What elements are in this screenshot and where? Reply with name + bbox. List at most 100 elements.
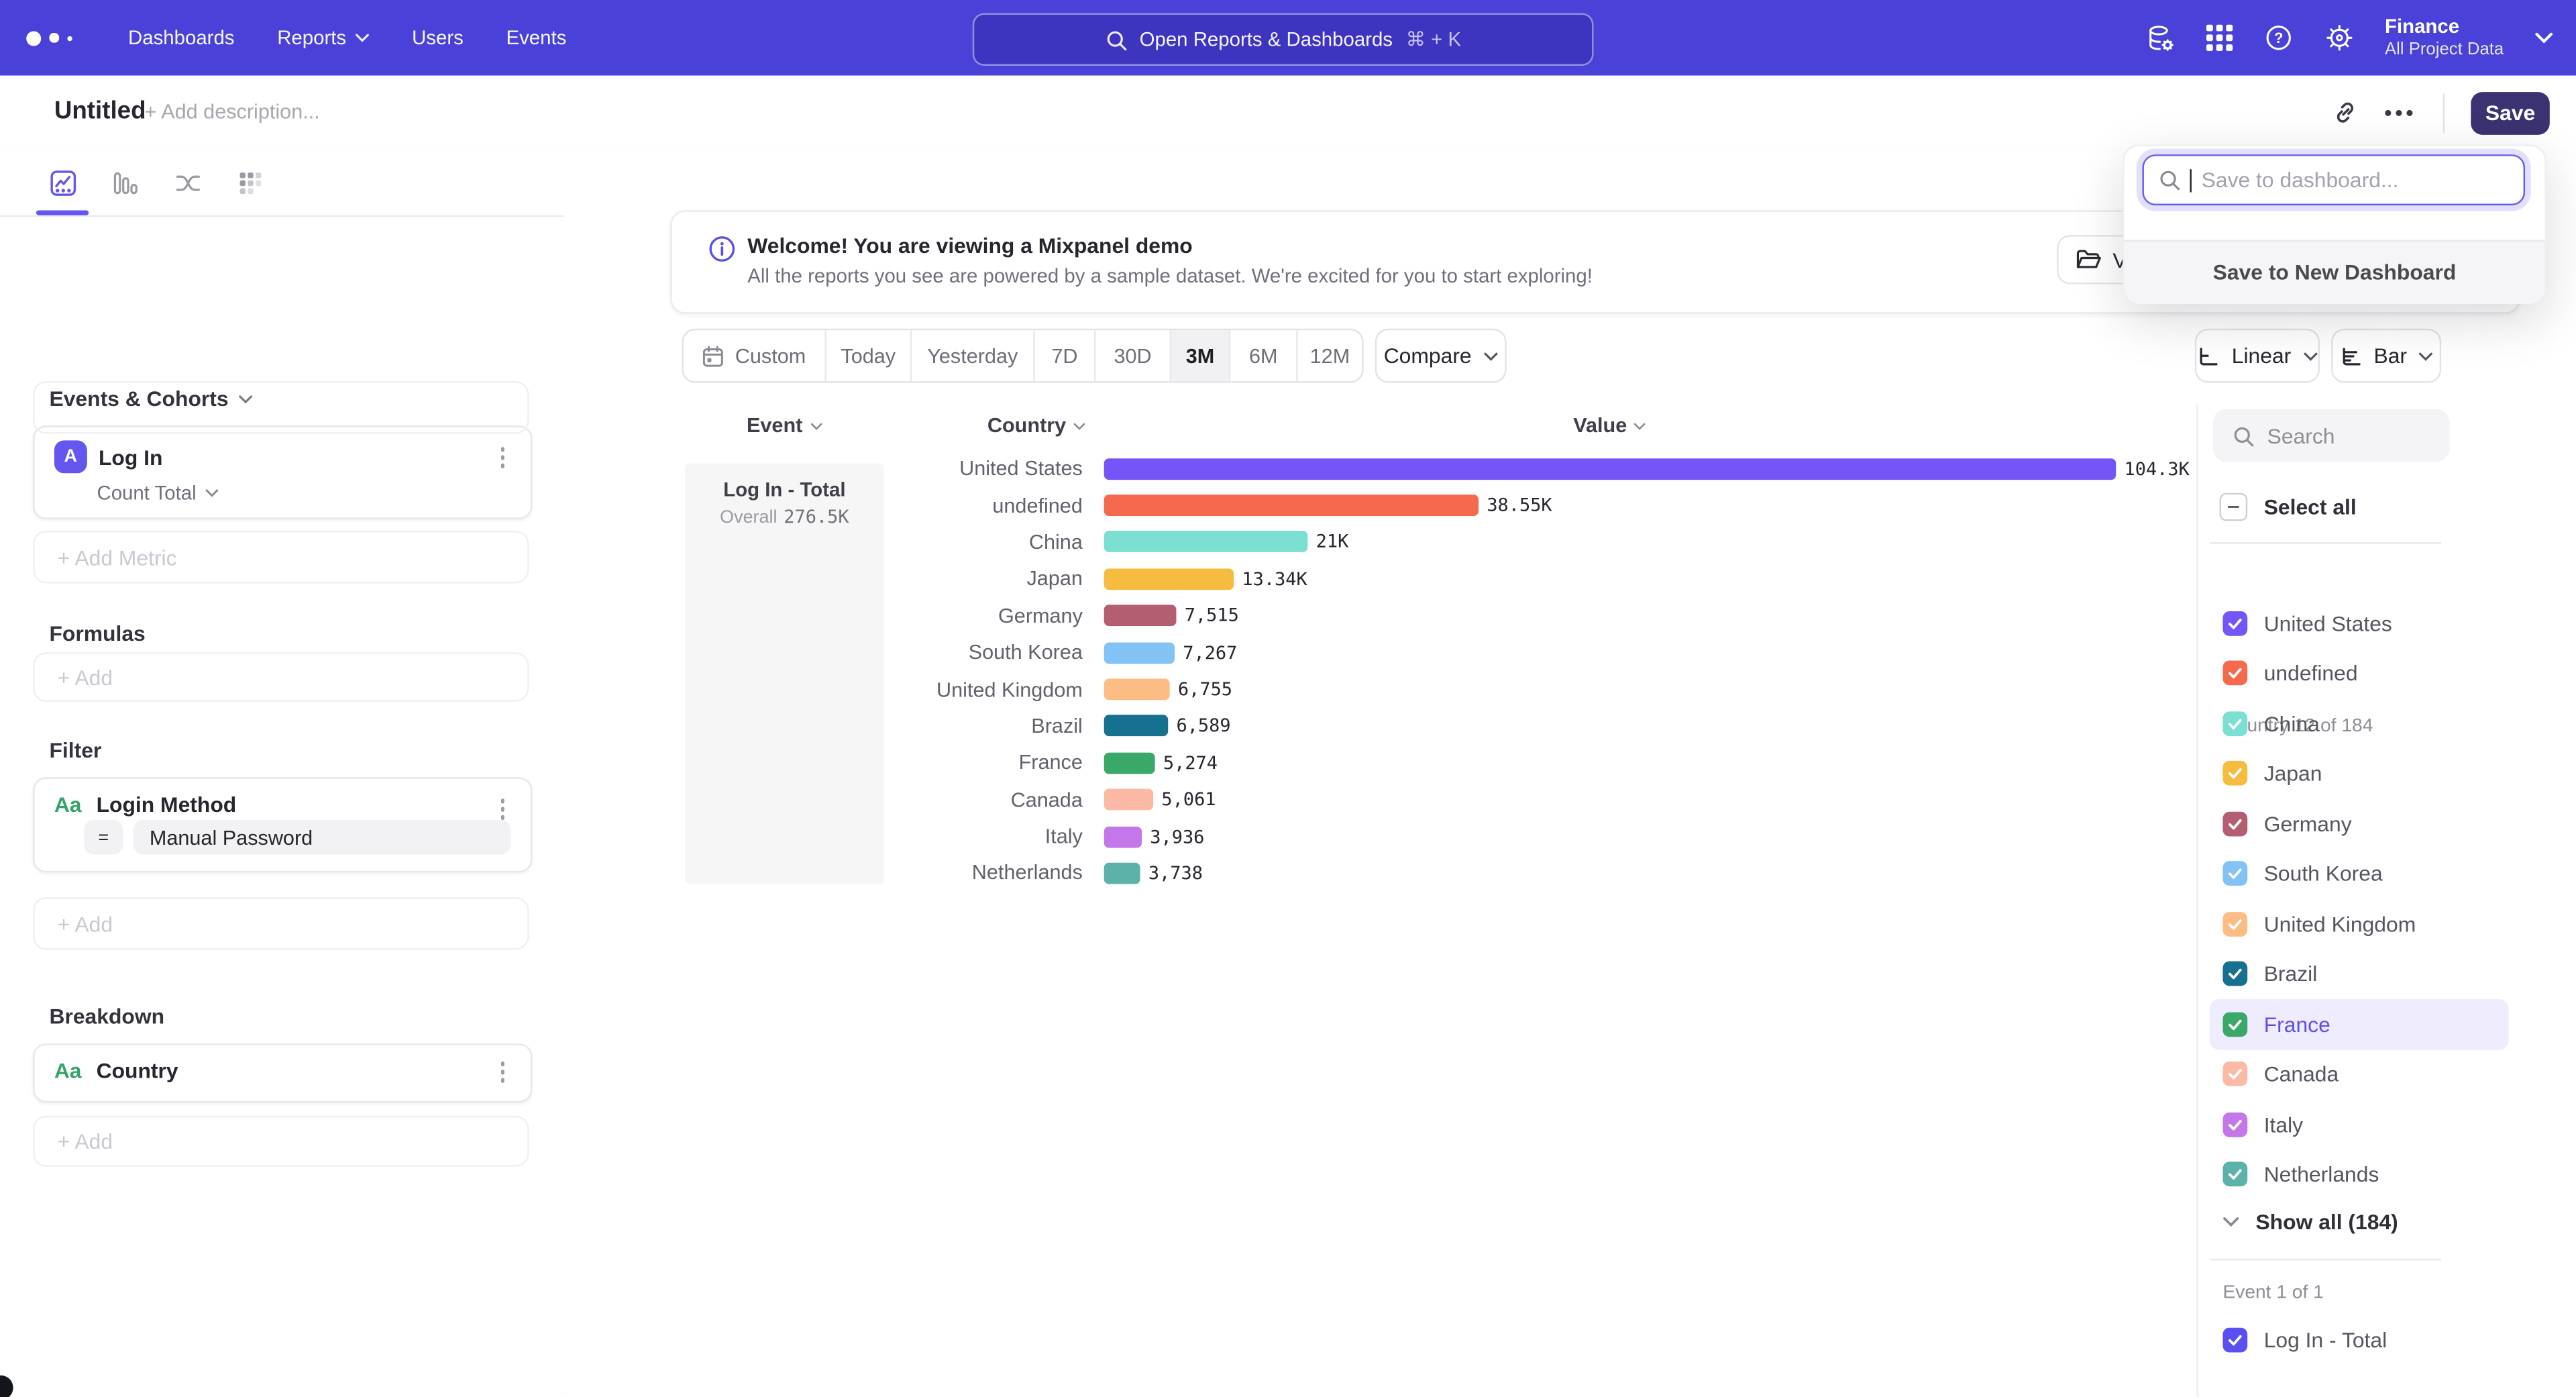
legend-item-canada[interactable]: Canada [2210, 1049, 2509, 1100]
project-switcher[interactable]: Finance All Project Data [2385, 17, 2504, 59]
legend-item-germany[interactable]: Germany [2210, 798, 2509, 849]
legend-checkbox[interactable] [2222, 1162, 2247, 1187]
legend-checkbox[interactable] [2222, 1112, 2247, 1137]
range-7d[interactable]: 7D [1033, 330, 1094, 381]
filter-card[interactable]: Aa Login Method = Manual Password [33, 777, 532, 872]
show-all-button[interactable]: Show all (184) [2222, 1209, 2398, 1234]
range-3m[interactable]: 3M [1170, 330, 1229, 381]
bar-japan[interactable] [1104, 568, 1234, 590]
legend-checkbox[interactable] [2222, 611, 2247, 635]
breakdown-property-name[interactable]: Country [97, 1058, 178, 1083]
legend-item-china[interactable]: China [2210, 698, 2509, 749]
legend-item-united-states[interactable]: United States [2210, 598, 2509, 648]
tab-retention[interactable] [237, 168, 265, 197]
column-header-country[interactable]: Country [987, 414, 1086, 437]
legend-checkbox[interactable] [2222, 1012, 2247, 1037]
range-yesterday[interactable]: Yesterday [910, 330, 1034, 381]
bar-china[interactable] [1104, 531, 1308, 553]
more-options-icon[interactable]: ••• [2384, 100, 2416, 125]
nav-item-users[interactable]: Users [412, 26, 464, 49]
column-header-event[interactable]: Event [685, 414, 883, 437]
nav-item-events[interactable]: Events [506, 26, 567, 49]
add-breakdown-button[interactable]: + Add [33, 1116, 529, 1167]
add-metric-button[interactable]: + Add Metric [33, 531, 529, 583]
add-filter-button[interactable]: + Add [33, 897, 529, 949]
legend-item-netherlands[interactable]: Netherlands [2210, 1149, 2509, 1200]
copy-link-icon[interactable] [2333, 100, 2358, 125]
column-header-value[interactable]: Value [1104, 414, 2116, 437]
breakdown-card[interactable]: Aa Country [33, 1043, 532, 1102]
add-formula-button[interactable]: + Add [33, 652, 529, 701]
date-range-control: CustomTodayYesterday7D30D3M6M12M [682, 329, 1363, 383]
metric-card[interactable]: A Log In Count Total [33, 425, 532, 519]
range-today[interactable]: Today [824, 330, 910, 381]
legend-item-south-korea[interactable]: South Korea [2210, 849, 2509, 899]
range-30d[interactable]: 30D [1094, 330, 1170, 381]
range-12m[interactable]: 12M [1296, 330, 1362, 381]
metric-kebab-icon[interactable] [491, 447, 514, 468]
bar-south-korea[interactable] [1104, 642, 1175, 664]
nav-item-dashboards[interactable]: Dashboards [128, 26, 234, 49]
report-title[interactable]: Untitled [54, 97, 146, 125]
legend-item-united-kingdom[interactable]: United Kingdom [2210, 899, 2509, 949]
settings-gear-icon[interactable] [2324, 23, 2353, 52]
row-label: Brazil [896, 715, 1083, 737]
event-group-cell[interactable]: Log In - Total Overall276.5K [685, 464, 883, 884]
range-6m[interactable]: 6M [1229, 330, 1296, 381]
save-dashboard-search-input[interactable]: Save to dashboard... [2142, 154, 2525, 205]
bar-france[interactable] [1104, 752, 1155, 774]
legend-search-input[interactable]: Search [2213, 409, 2450, 462]
event-checkbox[interactable] [2222, 1328, 2247, 1353]
legend-checkbox[interactable] [2222, 862, 2247, 886]
legend-item-france[interactable]: France [2210, 999, 2509, 1049]
scale-selector[interactable]: Linear [2195, 329, 2320, 383]
filter-property-name[interactable]: Login Method [97, 792, 237, 817]
legend-checkbox[interactable] [2222, 811, 2247, 836]
legend-item-italy[interactable]: Italy [2210, 1099, 2509, 1149]
chevron-down-icon[interactable] [2535, 32, 2553, 45]
add-description-field[interactable]: + Add description... [145, 100, 320, 123]
save-to-new-dashboard-button[interactable]: Save to New Dashboard [2125, 239, 2545, 304]
select-all-row[interactable]: Select all [2220, 493, 2357, 521]
legend-item-undefined[interactable]: undefined [2210, 648, 2509, 698]
legend-checkbox[interactable] [2222, 1062, 2247, 1087]
mixpanel-logo-icon[interactable] [26, 30, 85, 45]
legend-checkbox[interactable] [2222, 711, 2247, 736]
add-metric-button[interactable] [33, 381, 529, 433]
bar-united-kingdom[interactable] [1104, 679, 1170, 701]
global-search-button[interactable]: Open Reports & Dashboards ⌘ + K [973, 13, 1594, 66]
event-legend-item[interactable]: Log In - Total [2222, 1328, 2387, 1353]
compare-button[interactable]: Compare [1375, 329, 1507, 383]
bar-canada[interactable] [1104, 789, 1153, 811]
filter-kebab-icon[interactable] [491, 798, 514, 819]
bar-value: 6,589 [1176, 715, 1230, 737]
legend-checkbox[interactable] [2222, 962, 2247, 986]
bar-netherlands[interactable] [1104, 863, 1140, 884]
legend-checkbox[interactable] [2222, 761, 2247, 786]
metric-name[interactable]: Log In [99, 444, 163, 469]
apps-grid-icon[interactable] [2207, 25, 2232, 50]
legend-checkbox[interactable] [2222, 661, 2247, 686]
filter-value[interactable]: Manual Password [133, 820, 511, 854]
legend-item-brazil[interactable]: Brazil [2210, 949, 2509, 999]
nav-item-reports[interactable]: Reports [277, 26, 369, 49]
bar-italy[interactable] [1104, 826, 1142, 847]
tab-funnels[interactable] [112, 168, 140, 197]
data-management-icon[interactable] [2146, 23, 2176, 52]
select-all-checkbox[interactable] [2220, 493, 2248, 521]
tab-flows[interactable] [174, 168, 203, 197]
legend-checkbox[interactable] [2222, 912, 2247, 937]
filter-operator[interactable]: = [84, 820, 123, 854]
chart-type-selector[interactable]: Bar [2331, 329, 2441, 383]
bar-united-states[interactable] [1104, 458, 2116, 480]
tab-insights[interactable] [49, 168, 77, 197]
breakdown-kebab-icon[interactable] [491, 1062, 514, 1082]
legend-item-japan[interactable]: Japan [2210, 749, 2509, 799]
bar-germany[interactable] [1104, 605, 1177, 627]
bar-undefined[interactable] [1104, 495, 1479, 516]
help-icon[interactable]: ? [2263, 23, 2293, 52]
bar-brazil[interactable] [1104, 715, 1169, 737]
range-custom[interactable]: Custom [684, 330, 825, 381]
metric-aggregation[interactable]: Count Total [97, 482, 217, 505]
save-button[interactable]: Save [2471, 91, 2550, 134]
